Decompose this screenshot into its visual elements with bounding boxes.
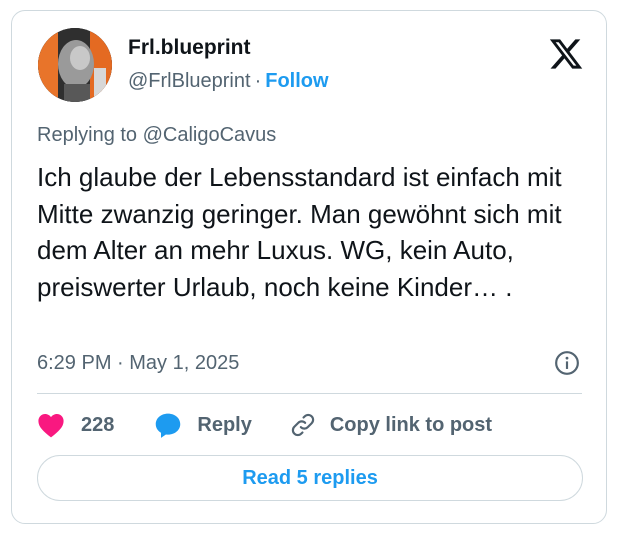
heart-icon: [38, 414, 64, 438]
avatar[interactable]: [38, 28, 112, 102]
read-replies-button[interactable]: Read 5 replies: [37, 455, 583, 501]
display-name[interactable]: Frl.blueprint: [128, 36, 251, 60]
like-count: 228: [81, 413, 115, 436]
copy-link-button[interactable]: Copy link to post: [290, 412, 492, 438]
reply-bubble-icon: [156, 413, 181, 438]
copy-link-label: Copy link to post: [329, 413, 493, 436]
link-icon: [291, 413, 315, 437]
separator-dot: ·: [254, 70, 262, 92]
user-handle[interactable]: @FrlBlueprint: [128, 70, 251, 92]
info-icon[interactable]: [554, 350, 580, 376]
timestamp[interactable]: 6:29 PM · May 1, 2025: [37, 352, 239, 375]
x-logo-icon[interactable]: [548, 36, 584, 72]
like-button[interactable]: 228: [37, 412, 114, 438]
tweet-card: Frl.blueprint @FrlBlueprint · Follow Reply…: [11, 10, 607, 524]
tweet-text: Ich glaube der Lebensstandard ist einfac…: [37, 162, 562, 302]
reply-button[interactable]: Reply: [154, 411, 252, 439]
avatar-image: [38, 28, 112, 102]
action-bar: 228 Reply Copy link to post: [37, 409, 492, 441]
follow-button[interactable]: Follow: [265, 70, 328, 92]
reply-label: Reply: [197, 413, 252, 436]
replying-to: Replying to @CaligoCavus: [37, 124, 277, 146]
divider: [37, 393, 582, 394]
handle-row: @FrlBlueprint · Follow: [128, 70, 329, 93]
